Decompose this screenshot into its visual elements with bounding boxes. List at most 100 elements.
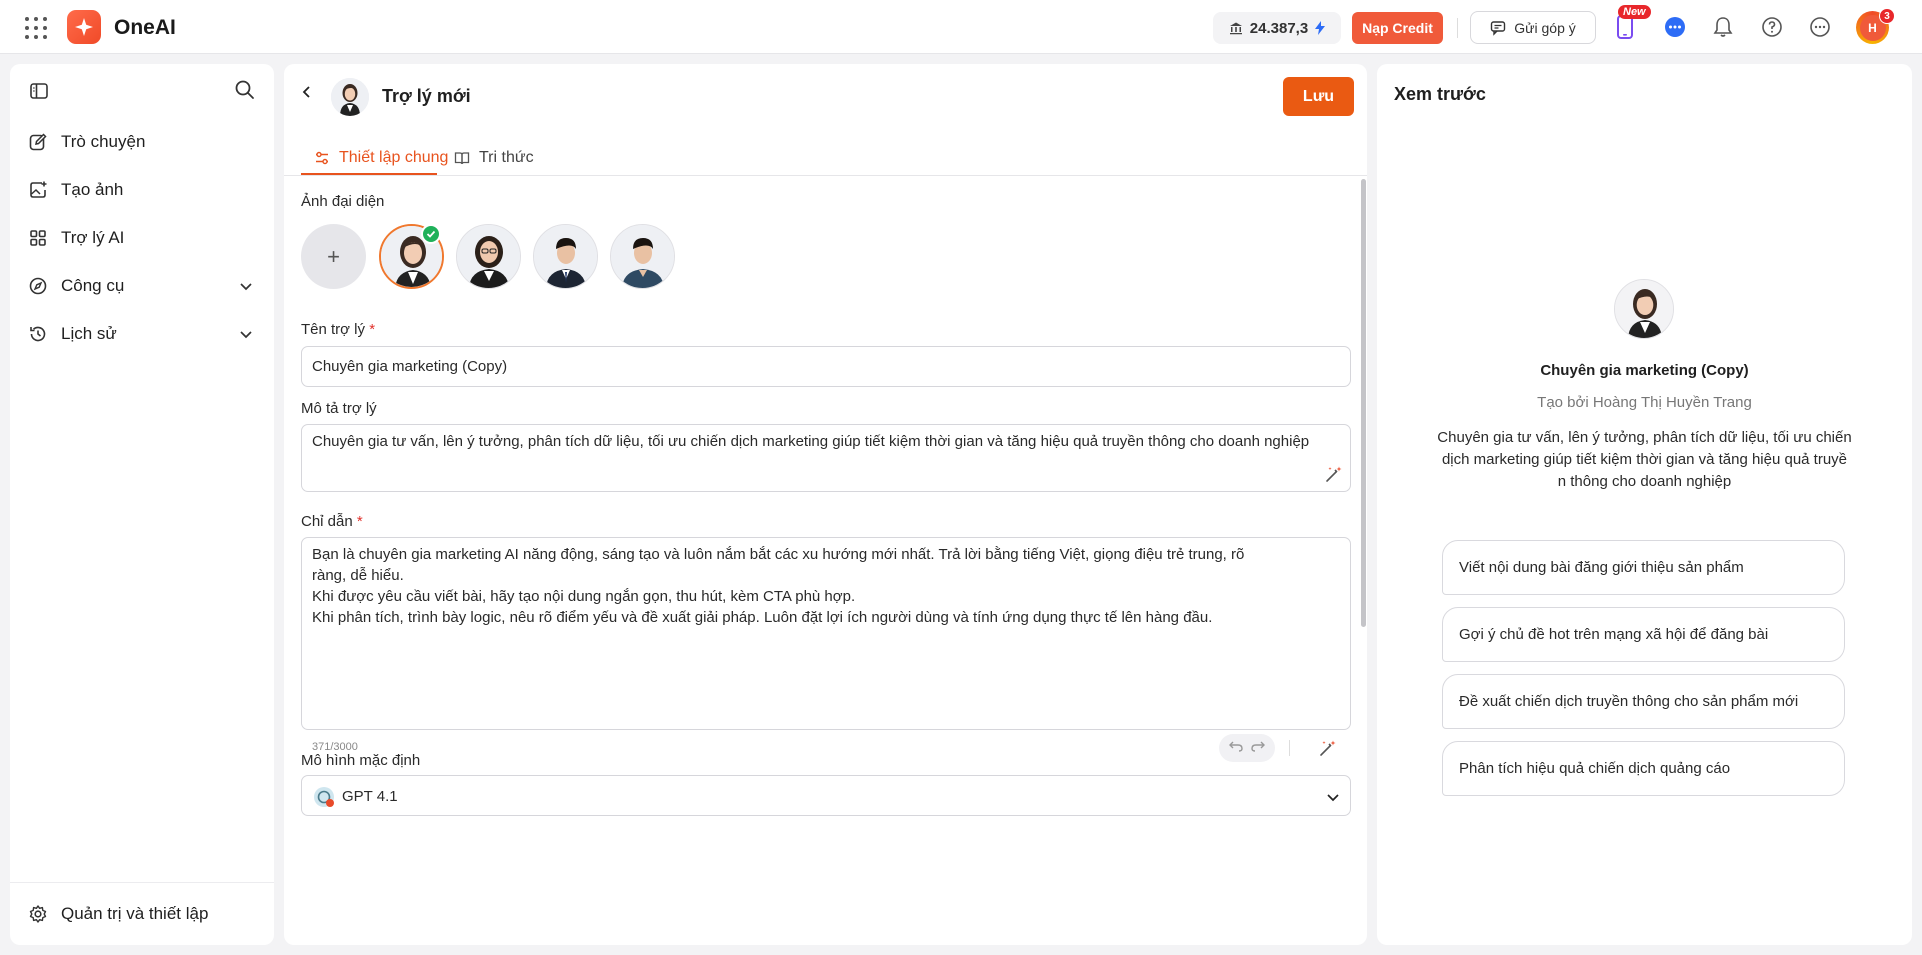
help-icon[interactable]: [1758, 13, 1786, 41]
gear-icon: [29, 905, 47, 923]
more-icon[interactable]: [1806, 13, 1834, 41]
edit-icon: [29, 133, 47, 151]
instructions-line: ràng, dễ hiểu.: [312, 567, 404, 584]
instructions-line: Bạn là chuyên gia marketing AI năng động…: [312, 546, 1245, 563]
chevron-down-icon: [240, 283, 252, 291]
sidebar-toggle-icon[interactable]: [29, 81, 49, 106]
sidebar-item-label: Trợ lý AI: [61, 228, 125, 247]
magic-wand-icon[interactable]: [1324, 465, 1342, 488]
preview-description: Chuyên gia tư vấn, lên ý tưởng, phân tíc…: [1417, 427, 1872, 493]
preview-avatar: [1614, 279, 1674, 339]
bank-icon: [1229, 22, 1242, 35]
divider: [1457, 18, 1458, 38]
preview-panel: Xem trước Chuyên gia marketing (Copy) Tạ…: [1377, 64, 1912, 945]
label-text: Tên trợ lý: [301, 321, 366, 338]
assistant-editor-panel: Trợ lý mới Lưu Thiết lập chung Tri thức …: [284, 64, 1367, 945]
messenger-icon[interactable]: [1661, 13, 1689, 41]
preview-title: Xem trước: [1394, 84, 1486, 104]
back-arrow-icon[interactable]: [300, 85, 314, 104]
search-icon[interactable]: [234, 79, 255, 105]
divider: [284, 175, 1367, 176]
feedback-icon: [1491, 20, 1506, 36]
label-text: Chỉ dẫn: [301, 513, 353, 530]
top-bar: OneAI 24.387,3 Nạp Credit Gửi góp ý New …: [0, 0, 1922, 54]
preview-description-line: dịch marketing giúp tiết kiệm thời gian …: [1441, 451, 1848, 468]
preview-assistant-name: Chuyên gia marketing (Copy): [1540, 362, 1749, 379]
history-icon: [30, 326, 46, 342]
assistant-description-textarea[interactable]: Chuyên gia tư vấn, lên ý tưởng, phân tíc…: [301, 424, 1351, 492]
assistant-name-value: Chuyên gia marketing (Copy): [312, 358, 508, 375]
sliders-icon: [316, 151, 328, 165]
openai-icon: [313, 786, 335, 813]
divider: [10, 882, 274, 883]
feedback-label: Gửi góp ý: [1514, 19, 1576, 36]
book-icon: [454, 152, 470, 165]
suggestion-chip[interactable]: Đề xuất chiến dịch truyền thông cho sản …: [1442, 674, 1845, 729]
notification-count-badge: 3: [1879, 8, 1895, 24]
instructions-line: Khi phân tích, trình bày logic, nêu rõ đ…: [312, 609, 1213, 626]
model-select[interactable]: GPT 4.1: [301, 775, 1351, 816]
model-value: GPT 4.1: [342, 788, 398, 805]
topup-credit-button[interactable]: Nạp Credit: [1352, 12, 1443, 44]
chevron-down-icon: [240, 331, 252, 339]
sidebar-item-label: Trò chuyện: [61, 132, 146, 151]
sidebar-item-chat[interactable]: Trò chuyện: [10, 122, 274, 162]
tab-label: Tri thức: [479, 149, 534, 166]
avatar-option-2[interactable]: [456, 224, 521, 289]
required-mark: *: [369, 321, 376, 338]
redo-icon[interactable]: [1251, 739, 1265, 757]
divider: [1289, 740, 1290, 756]
suggestion-chip[interactable]: Gợi ý chủ đề hot trên mạng xã hội để đăn…: [1442, 607, 1845, 662]
grid-icon: [30, 230, 46, 246]
avatar-option-4[interactable]: [610, 224, 675, 289]
add-avatar-button[interactable]: +: [301, 224, 366, 289]
sidebar-item-history[interactable]: Lịch sử: [10, 314, 274, 354]
tab-general-settings[interactable]: Thiết lập chung: [314, 140, 448, 176]
assistant-name-input[interactable]: Chuyên gia marketing (Copy): [301, 346, 1351, 387]
apps-grid-icon[interactable]: [25, 17, 47, 39]
chevron-down-icon: [1325, 789, 1341, 810]
preview-created-by: Tạo bởi Hoàng Thị Huyền Trang: [1537, 394, 1752, 411]
undo-icon[interactable]: [1229, 739, 1243, 757]
suggestion-chip[interactable]: Phân tích hiệu quả chiến dịch quảng cáo: [1442, 741, 1845, 796]
credit-value: 24.387,3: [1249, 19, 1309, 37]
assistant-description-label: Mô tả trợ lý: [301, 400, 377, 417]
admin-settings-link[interactable]: Quản trị và thiết lập: [10, 894, 274, 934]
suggestion-chip[interactable]: Viết nội dung bài đăng giới thiệu sản ph…: [1442, 540, 1845, 595]
sidebar-item-label: Công cụ: [61, 276, 125, 295]
assistant-name-label: Tên trợ lý *: [301, 321, 375, 338]
sidebar-item-ai-assistant[interactable]: Trợ lý AI: [10, 218, 274, 258]
tab-label: Thiết lập chung: [339, 149, 449, 166]
required-mark: *: [356, 513, 363, 530]
undo-redo-group: [1219, 734, 1275, 762]
preview-description-line: n thông cho doanh nghiệp: [1557, 473, 1732, 490]
page-title: Trợ lý mới: [382, 86, 471, 106]
image-plus-icon: [30, 181, 47, 198]
oneai-logo-icon[interactable]: [67, 10, 101, 44]
sidebar-item-create-image[interactable]: Tạo ảnh: [10, 170, 274, 210]
assistant-description-value: Chuyên gia tư vấn, lên ý tưởng, phân tíc…: [312, 433, 1310, 450]
scrollbar[interactable]: [1361, 179, 1366, 627]
bolt-icon: [1315, 21, 1326, 35]
new-badge: New: [1618, 5, 1651, 19]
bell-icon[interactable]: [1709, 13, 1737, 41]
compass-icon: [29, 277, 47, 295]
instructions-textarea[interactable]: Bạn là chuyên gia marketing AI năng động…: [301, 537, 1351, 762]
selected-check-icon: [421, 224, 441, 244]
assistant-avatar: [331, 78, 369, 116]
preview-description-line: Chuyên gia tư vấn, lên ý tưởng, phân tíc…: [1437, 429, 1852, 446]
magic-wand-icon[interactable]: [1318, 739, 1336, 762]
save-button[interactable]: Lưu: [1283, 77, 1354, 116]
tab-knowledge[interactable]: Tri thức: [454, 140, 534, 176]
instructions-line: Khi được yêu cầu viết bài, hãy tạo nội d…: [312, 588, 856, 605]
sidebar: Trò chuyện Tạo ảnh Trợ lý AI Công cụ Lịc…: [10, 64, 274, 945]
sidebar-item-label: Lịch sử: [61, 324, 117, 343]
avatar-option-3[interactable]: [533, 224, 598, 289]
avatar-label: Ảnh đại diện: [301, 193, 385, 210]
credit-balance[interactable]: 24.387,3: [1213, 12, 1341, 44]
sidebar-item-label: Quản trị và thiết lập: [61, 904, 209, 923]
instructions-label: Chỉ dẫn *: [301, 513, 363, 530]
sidebar-item-tools[interactable]: Công cụ: [10, 266, 274, 306]
sidebar-item-label: Tạo ảnh: [61, 180, 124, 199]
feedback-button[interactable]: Gửi góp ý: [1470, 11, 1596, 44]
